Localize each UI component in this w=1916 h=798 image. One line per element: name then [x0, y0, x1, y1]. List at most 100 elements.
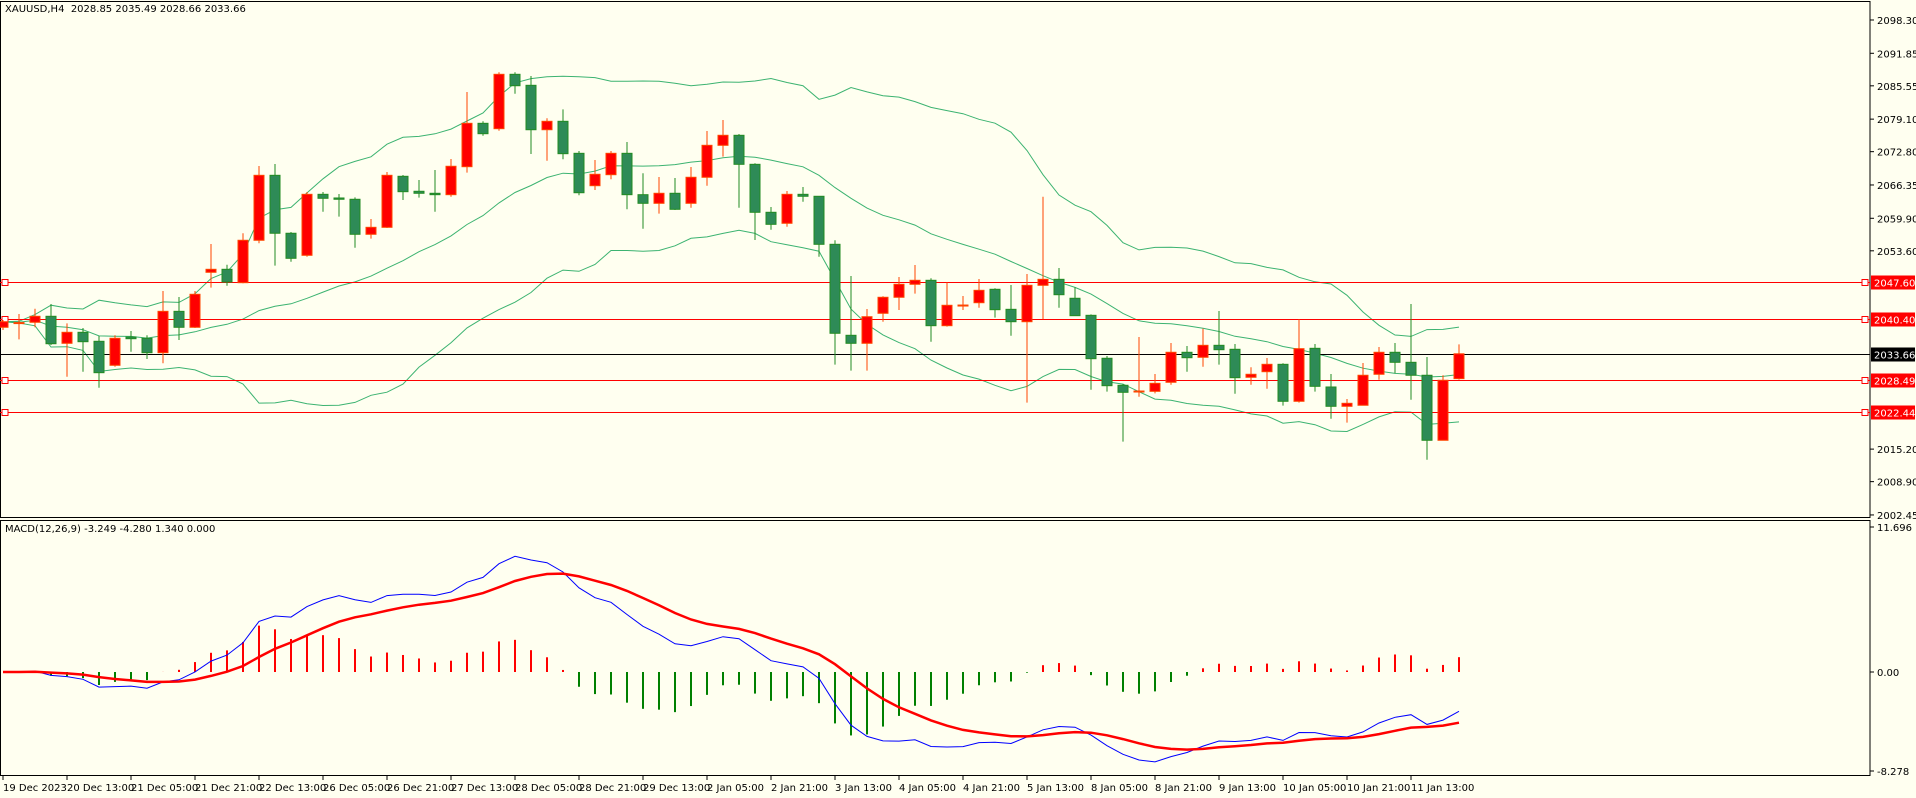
candle — [1165, 342, 1177, 385]
candle-body — [77, 331, 89, 343]
candle-body — [1245, 373, 1257, 378]
candle — [1453, 344, 1465, 380]
candle — [509, 72, 521, 94]
candle — [333, 194, 345, 217]
candle — [381, 172, 393, 228]
candle — [125, 331, 137, 352]
time-tick-label: 21 Dec 21:00 — [195, 783, 262, 794]
price-chart[interactable]: 2098.30 2091.85 2085.55 2079.10 2072.80 2066.… — [0, 0, 1916, 798]
close-value: 2033.66 — [204, 4, 246, 15]
price-tick-label: 2072.80 — [1877, 148, 1916, 159]
candle — [1421, 356, 1433, 460]
candle-body — [237, 239, 249, 284]
macd-main-line — [2, 555, 1460, 763]
price-panel-frame — [0, 1, 1871, 518]
candle — [397, 175, 409, 200]
time-tick-label: 28 Dec 05:00 — [515, 783, 582, 794]
candle-body — [61, 331, 73, 344]
candle — [93, 336, 105, 388]
candle — [1181, 345, 1193, 372]
candle — [1005, 284, 1017, 336]
candle-body — [205, 268, 217, 273]
time-tick-label: 22 Dec 13:00 — [259, 783, 326, 794]
low-value: 2028.66 — [159, 4, 202, 15]
candle-body — [1453, 353, 1465, 380]
candle — [845, 276, 857, 371]
candle — [941, 282, 953, 327]
price-tick-label: 2079.10 — [1877, 115, 1916, 126]
candle — [0, 320, 9, 330]
candle-body — [877, 296, 889, 314]
candle — [685, 167, 697, 208]
level-line-handle-left — [1, 377, 9, 384]
candle-body — [637, 194, 649, 204]
candle — [1197, 328, 1209, 367]
candle — [253, 166, 265, 244]
candle — [1245, 367, 1257, 385]
candle — [477, 121, 489, 136]
time-tick-label: 20 Dec 13:00 — [67, 783, 134, 794]
candle — [173, 296, 185, 340]
candle-body — [813, 195, 825, 245]
level-line-handle-left — [1, 409, 9, 416]
candle — [317, 191, 329, 212]
candle-body — [685, 176, 697, 204]
bollinger-upper-band — [2, 75, 1460, 337]
candle-body — [0, 321, 9, 328]
candle — [429, 169, 441, 212]
time-tick-label: 2 Jan 21:00 — [771, 783, 828, 794]
time-tick-label: 19 Dec 2023 — [3, 783, 67, 794]
candle — [29, 308, 41, 328]
candle-body — [189, 293, 201, 328]
candle — [1341, 398, 1353, 423]
candle-body — [717, 134, 729, 146]
candle-body — [1117, 384, 1129, 393]
price-tick-label: 2066.35 — [1877, 181, 1916, 192]
candle — [141, 335, 153, 359]
level-price-label: 2022.44 — [1874, 409, 1915, 420]
candle-body — [317, 193, 329, 199]
candle-body — [765, 211, 777, 225]
candle — [189, 290, 201, 329]
candle-body — [733, 134, 745, 165]
candle-body — [1437, 379, 1449, 441]
time-tick-label: 29 Dec 13:00 — [643, 783, 710, 794]
price-tick-label: 2085.55 — [1877, 82, 1916, 93]
price-tick-label: 2008.90 — [1877, 478, 1916, 489]
candle-body — [973, 289, 985, 304]
time-tick-label: 10 Jan 05:00 — [1283, 783, 1346, 794]
candle-body — [1373, 351, 1385, 375]
candle-body — [1325, 386, 1337, 407]
candle — [1437, 375, 1449, 441]
candle — [237, 233, 249, 284]
candle — [1229, 344, 1241, 394]
candle — [1309, 344, 1321, 392]
time-tick-label: 26 Dec 05:00 — [323, 783, 390, 794]
macd-header: MACD(12,26,9) -3.249 -4.280 1.340 0.000 — [5, 524, 216, 535]
candle-body — [1309, 347, 1321, 387]
macd-signal-line — [3, 572, 1460, 751]
candle — [765, 206, 777, 230]
candle-body — [173, 310, 185, 328]
candle — [909, 265, 921, 294]
candle — [1133, 336, 1145, 397]
candle — [61, 323, 73, 377]
candle-body — [1005, 308, 1017, 323]
candle-body — [349, 198, 361, 235]
candle-body — [1341, 402, 1353, 407]
candle-body — [925, 279, 937, 327]
candle — [365, 219, 377, 239]
candle — [461, 91, 473, 173]
candle — [285, 232, 297, 262]
time-tick-label: 28 Dec 21:00 — [579, 783, 646, 794]
candle-body — [1293, 348, 1305, 402]
time-tick-label: 11 Jan 13:00 — [1411, 783, 1474, 794]
candle-body — [461, 122, 473, 168]
level-line-handle-right — [1861, 409, 1869, 416]
candle — [893, 276, 905, 310]
time-tick-label: 8 Jan 21:00 — [1155, 783, 1212, 794]
level-price-label: 2028.49 — [1874, 377, 1915, 388]
candle — [829, 240, 841, 365]
candle-body — [157, 310, 169, 354]
candle-body — [45, 315, 57, 345]
